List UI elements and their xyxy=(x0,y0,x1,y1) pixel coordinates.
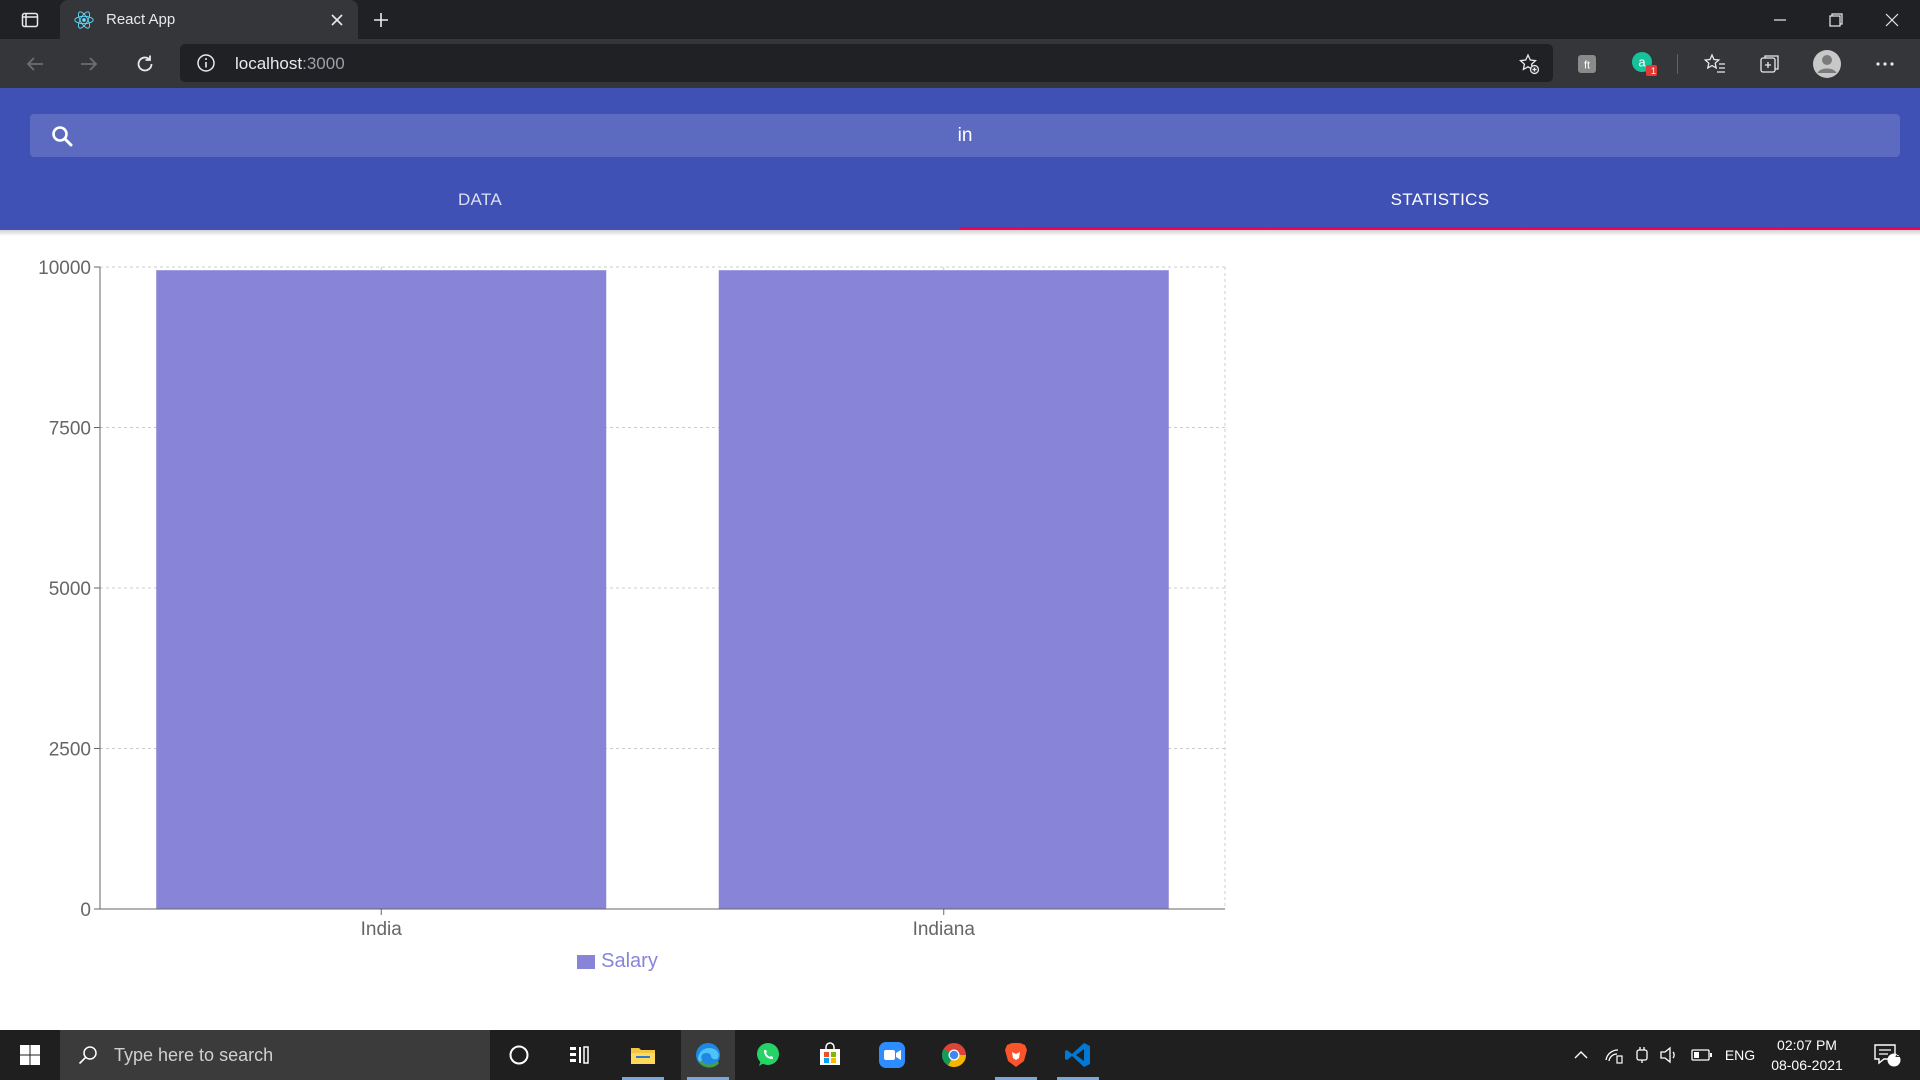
volume-icon[interactable] xyxy=(1656,1030,1682,1080)
power-plug-icon[interactable] xyxy=(1629,1030,1655,1080)
taskbar-search[interactable]: Type here to search xyxy=(60,1030,490,1080)
clock-date: 08-06-2021 xyxy=(1771,1057,1843,1073)
search-box[interactable] xyxy=(30,114,1900,157)
x-tick-label: Indiana xyxy=(913,919,976,940)
search-icon xyxy=(50,124,74,148)
tab-data-label: DATA xyxy=(457,190,502,209)
bar-indiana[interactable] xyxy=(718,270,1169,910)
favorites-icon[interactable] xyxy=(1700,49,1730,79)
url-port: :3000 xyxy=(302,54,345,73)
app-header: DATA STATISTICS xyxy=(0,88,1920,230)
url-host: localhost xyxy=(235,54,303,73)
tab-title: React App xyxy=(106,11,176,28)
more-icon[interactable] xyxy=(1870,49,1900,79)
info-icon[interactable] xyxy=(196,53,216,73)
chart-legend[interactable]: Salary xyxy=(0,950,1235,973)
toolbar-divider xyxy=(1677,54,1678,74)
windows-taskbar: Type here to search ENG 02:07 PM 08-06-2… xyxy=(0,1030,1920,1080)
url-text[interactable]: localhost:3000 xyxy=(235,54,345,74)
legend-swatch xyxy=(577,954,596,969)
windows-start-icon[interactable] xyxy=(0,1030,60,1080)
tab-data[interactable]: DATA xyxy=(0,170,960,230)
notification-center-icon[interactable]: 2 xyxy=(1862,1030,1912,1080)
chrome-icon[interactable] xyxy=(929,1030,979,1080)
extension-icon[interactable]: ft xyxy=(1572,49,1602,79)
y-tick-label: 0 xyxy=(80,900,91,921)
tab-statistics-label: STATISTICS xyxy=(1390,190,1490,209)
svg-text:ft: ft xyxy=(1584,60,1590,72)
x-tick-label: India xyxy=(361,919,403,940)
notification-count: 2 xyxy=(1894,1048,1902,1060)
add-favorite-icon[interactable] xyxy=(1517,52,1541,76)
clock-time: 02:07 PM xyxy=(1777,1037,1837,1053)
cortana-icon[interactable] xyxy=(494,1030,544,1080)
app-tabs: DATA STATISTICS xyxy=(0,170,1920,230)
close-icon[interactable] xyxy=(322,5,352,35)
vscode-icon[interactable] xyxy=(1053,1030,1103,1080)
tab-actions-icon[interactable] xyxy=(14,8,46,32)
zoom-icon[interactable] xyxy=(867,1030,917,1080)
extension-badge: 1 xyxy=(1650,66,1656,76)
language-indicator[interactable]: ENG xyxy=(1722,1030,1758,1080)
y-tick-label: 7500 xyxy=(49,419,91,440)
back-icon[interactable] xyxy=(20,49,50,79)
new-tab-icon[interactable] xyxy=(366,5,396,35)
y-tick-label: 10000 xyxy=(38,258,91,279)
minimize-icon[interactable] xyxy=(1752,0,1808,39)
react-icon xyxy=(72,8,96,32)
grammar-extension-icon[interactable]: a 1 xyxy=(1629,49,1659,79)
language-label: ENG xyxy=(1724,1047,1756,1063)
browser-toolbar: localhost:3000 ft a 1 xyxy=(0,39,1920,88)
store-icon[interactable] xyxy=(805,1030,855,1080)
profile-avatar[interactable] xyxy=(1812,49,1842,79)
search-input[interactable] xyxy=(110,114,1820,157)
svg-text:a: a xyxy=(1638,55,1646,70)
chevron-up-icon[interactable] xyxy=(1568,1030,1594,1080)
network-icon[interactable] xyxy=(1601,1030,1627,1080)
restore-icon[interactable] xyxy=(1808,0,1864,39)
whatsapp-icon[interactable] xyxy=(743,1030,793,1080)
tab-statistics[interactable]: STATISTICS xyxy=(960,170,1920,230)
y-tick-label: 2500 xyxy=(49,740,91,761)
salary-chart: 0 2500 5000 7500 10000 India Indiana Salary xyxy=(0,236,1260,996)
legend-label-salary: Salary xyxy=(601,950,658,972)
browser-tab[interactable]: React App xyxy=(60,0,358,39)
search-icon xyxy=(76,1043,100,1067)
file-explorer-icon[interactable] xyxy=(618,1030,668,1080)
taskbar-search-placeholder: Type here to search xyxy=(114,1044,274,1065)
bar-chart-svg: 0 2500 5000 7500 10000 India Indiana xyxy=(38,258,1226,940)
browser-tab-strip: React App xyxy=(0,0,1920,39)
edge-icon[interactable] xyxy=(681,1030,735,1080)
forward-icon[interactable] xyxy=(74,49,104,79)
y-tick-label: 5000 xyxy=(49,579,91,600)
collections-icon[interactable] xyxy=(1755,49,1785,79)
address-bar[interactable]: localhost:3000 xyxy=(180,44,1553,82)
bar-india[interactable] xyxy=(156,270,607,910)
task-view-icon[interactable] xyxy=(554,1030,604,1080)
system-clock[interactable]: 02:07 PM 08-06-2021 xyxy=(1762,1035,1852,1075)
window-close-icon[interactable] xyxy=(1864,0,1920,39)
brave-icon[interactable] xyxy=(991,1030,1041,1080)
battery-icon[interactable] xyxy=(1687,1030,1717,1080)
reload-icon[interactable] xyxy=(130,49,160,79)
